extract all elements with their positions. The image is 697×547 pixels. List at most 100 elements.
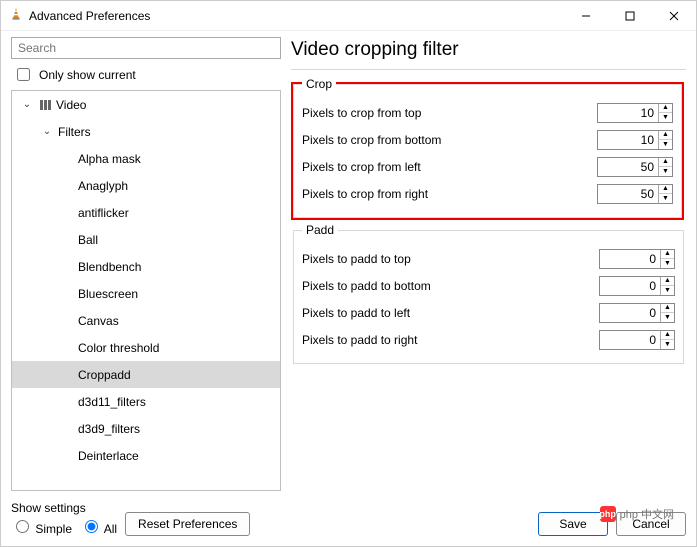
spin-arrows[interactable]: ▲▼ bbox=[658, 104, 672, 122]
crop-field-row: Pixels to crop from bottom ▲▼ bbox=[302, 126, 673, 153]
spin-down-icon[interactable]: ▼ bbox=[659, 140, 672, 149]
crop-input[interactable] bbox=[598, 185, 658, 203]
search-input[interactable] bbox=[11, 37, 281, 59]
tree-item-anaglyph[interactable]: Anaglyph bbox=[12, 172, 280, 199]
padd-spinbox[interactable]: ▲▼ bbox=[599, 276, 675, 296]
radio-simple[interactable] bbox=[16, 520, 29, 533]
spin-up-icon[interactable]: ▲ bbox=[661, 304, 674, 314]
tree-item-label: Video bbox=[56, 98, 86, 112]
tree-item-deinterlace[interactable]: Deinterlace bbox=[12, 442, 280, 469]
tree-item-ball[interactable]: Ball bbox=[12, 226, 280, 253]
spin-arrows[interactable]: ▲▼ bbox=[658, 158, 672, 176]
crop-spinbox[interactable]: ▲▼ bbox=[597, 130, 673, 150]
tree-item-label: Color threshold bbox=[78, 341, 159, 355]
padd-input[interactable] bbox=[600, 250, 660, 268]
padd-spinbox[interactable]: ▲▼ bbox=[599, 303, 675, 323]
left-panel: Only show current ⌄ Video ⌄Filters Alpha ma… bbox=[11, 37, 281, 491]
tree-item-blendbench[interactable]: Blendbench bbox=[12, 253, 280, 280]
tree-item-filters[interactable]: ⌄Filters bbox=[12, 118, 280, 145]
radio-all-row[interactable]: All bbox=[80, 517, 117, 536]
crop-spinbox[interactable]: ▲▼ bbox=[597, 157, 673, 177]
show-settings-label: Show settings bbox=[11, 501, 117, 515]
spin-down-icon[interactable]: ▼ bbox=[661, 340, 674, 349]
tree-item-label: Croppadd bbox=[78, 368, 131, 382]
spin-up-icon[interactable]: ▲ bbox=[661, 277, 674, 287]
padd-input[interactable] bbox=[600, 331, 660, 349]
spin-arrows[interactable]: ▲▼ bbox=[658, 131, 672, 149]
padd-field-row: Pixels to padd to bottom ▲▼ bbox=[302, 272, 675, 299]
spin-up-icon[interactable]: ▲ bbox=[659, 185, 672, 195]
spin-up-icon[interactable]: ▲ bbox=[659, 131, 672, 141]
reset-preferences-button[interactable]: Reset Preferences bbox=[125, 512, 250, 536]
crop-input[interactable] bbox=[598, 131, 658, 149]
only-show-current-label: Only show current bbox=[39, 68, 136, 82]
spin-up-icon[interactable]: ▲ bbox=[661, 331, 674, 341]
crop-field-row: Pixels to crop from left ▲▼ bbox=[302, 153, 673, 180]
padd-field-row: Pixels to padd to top ▲▼ bbox=[302, 245, 675, 272]
spin-arrows[interactable]: ▲▼ bbox=[660, 331, 674, 349]
tree-item-antiflicker[interactable]: antiflicker bbox=[12, 199, 280, 226]
tree-item-color-threshold[interactable]: Color threshold bbox=[12, 334, 280, 361]
tree-item-label: d3d11_filters bbox=[78, 395, 146, 409]
tree-item-label: Bluescreen bbox=[78, 287, 138, 301]
padd-spinbox[interactable]: ▲▼ bbox=[599, 249, 675, 269]
only-show-current-row[interactable]: Only show current bbox=[11, 59, 281, 90]
crop-input[interactable] bbox=[598, 158, 658, 176]
crop-field-row: Pixels to crop from top▲▼ bbox=[302, 99, 673, 126]
tree-item-d3d9-filters[interactable]: d3d9_filters bbox=[12, 415, 280, 442]
chevron-down-icon: ⌄ bbox=[20, 99, 34, 110]
tree-item-alpha-mask[interactable]: Alpha mask bbox=[12, 145, 280, 172]
radio-all[interactable] bbox=[85, 520, 98, 533]
tree-item-label: Ball bbox=[78, 233, 98, 247]
padd-legend: Padd bbox=[302, 223, 338, 237]
padd-field-label: Pixels to padd to bottom bbox=[302, 279, 599, 293]
crop-field-label: Pixels to crop from bottom bbox=[302, 133, 597, 147]
minimize-button[interactable] bbox=[564, 1, 608, 31]
tree-item-label: Anaglyph bbox=[78, 179, 128, 193]
tree-item-bluescreen[interactable]: Bluescreen bbox=[12, 280, 280, 307]
tree-item-label: antiflicker bbox=[78, 206, 129, 220]
crop-spinbox[interactable]: ▲▼ bbox=[597, 184, 673, 204]
padd-field-row: Pixels to padd to right▲▼ bbox=[302, 326, 675, 353]
spin-up-icon[interactable]: ▲ bbox=[661, 250, 674, 260]
spin-down-icon[interactable]: ▼ bbox=[659, 113, 672, 122]
padd-input[interactable] bbox=[600, 277, 660, 295]
tree-item-label: Canvas bbox=[78, 314, 119, 328]
radio-simple-row[interactable]: Simple bbox=[11, 517, 72, 536]
tree-item-label: Blendbench bbox=[78, 260, 141, 274]
spin-arrows[interactable]: ▲▼ bbox=[660, 304, 674, 322]
padd-field-label: Pixels to padd to top bbox=[302, 252, 599, 266]
spin-arrows[interactable]: ▲▼ bbox=[660, 250, 674, 268]
padd-field-label: Pixels to padd to left bbox=[302, 306, 599, 320]
spin-up-icon[interactable]: ▲ bbox=[659, 158, 672, 168]
tree-item-croppadd[interactable]: Croppadd bbox=[12, 361, 280, 388]
only-show-current-checkbox[interactable] bbox=[17, 68, 30, 81]
crop-spinbox[interactable]: ▲▼ bbox=[597, 103, 673, 123]
padd-input[interactable] bbox=[600, 304, 660, 322]
spin-down-icon[interactable]: ▼ bbox=[661, 313, 674, 322]
spin-up-icon[interactable]: ▲ bbox=[659, 104, 672, 114]
padd-field-row: Pixels to padd to left ▲▼ bbox=[302, 299, 675, 326]
cancel-button[interactable]: Cancel bbox=[616, 512, 686, 536]
tree-item-label: Alpha mask bbox=[78, 152, 141, 166]
crop-input[interactable] bbox=[598, 104, 658, 122]
spin-down-icon[interactable]: ▼ bbox=[659, 167, 672, 176]
spin-down-icon[interactable]: ▼ bbox=[659, 194, 672, 203]
spin-down-icon[interactable]: ▼ bbox=[661, 259, 674, 268]
chevron-down-icon: ⌄ bbox=[40, 126, 54, 137]
tree-item-video[interactable]: ⌄ Video bbox=[12, 91, 280, 118]
tree-item-label: d3d9_filters bbox=[78, 422, 140, 436]
tree-item-label: Deinterlace bbox=[78, 449, 139, 463]
spin-arrows[interactable]: ▲▼ bbox=[658, 185, 672, 203]
preferences-tree[interactable]: ⌄ Video ⌄Filters Alpha mask Anaglyph antiflic… bbox=[11, 90, 281, 491]
save-button[interactable]: Save bbox=[538, 512, 608, 536]
crop-field-label: Pixels to crop from left bbox=[302, 160, 597, 174]
close-button[interactable] bbox=[652, 1, 696, 31]
tree-item-d3d11-filters[interactable]: d3d11_filters bbox=[12, 388, 280, 415]
padd-spinbox[interactable]: ▲▼ bbox=[599, 330, 675, 350]
maximize-button[interactable] bbox=[608, 1, 652, 31]
crop-field-label: Pixels to crop from right bbox=[302, 187, 597, 201]
tree-item-canvas[interactable]: Canvas bbox=[12, 307, 280, 334]
spin-arrows[interactable]: ▲▼ bbox=[660, 277, 674, 295]
spin-down-icon[interactable]: ▼ bbox=[661, 286, 674, 295]
